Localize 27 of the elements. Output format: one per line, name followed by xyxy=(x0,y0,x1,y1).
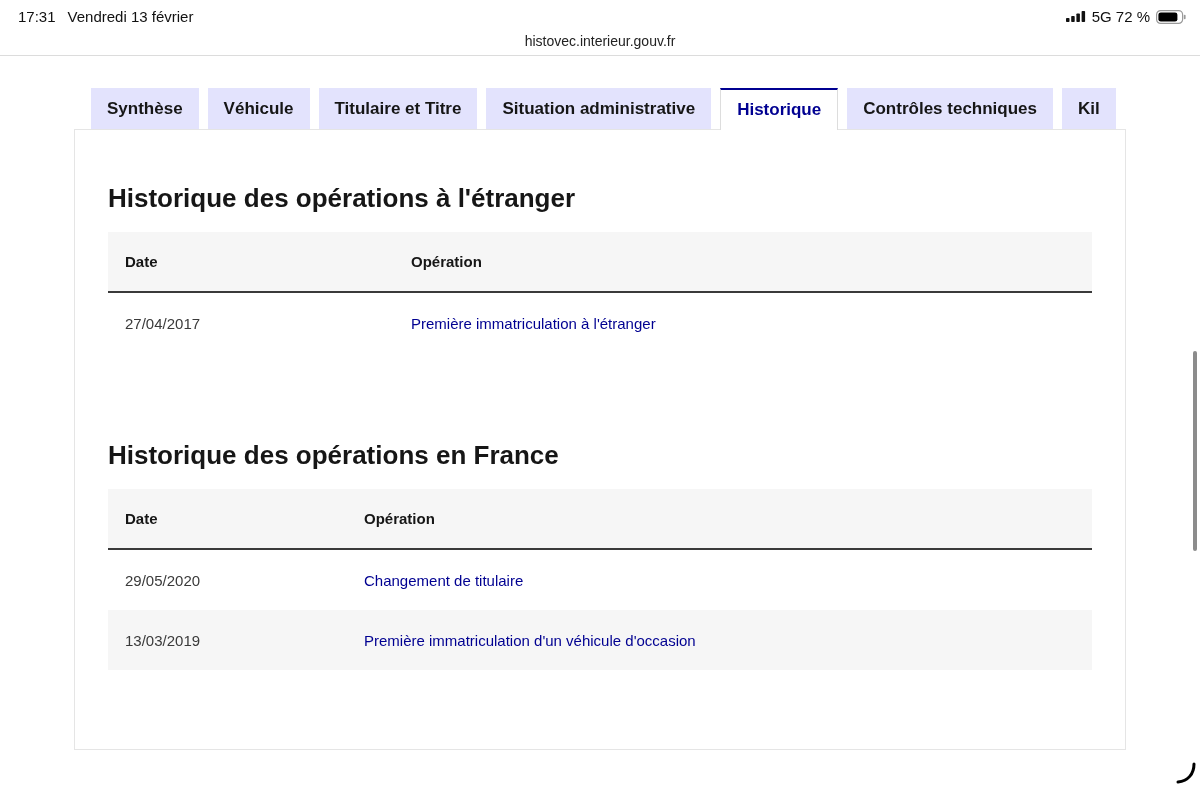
tab[interactable]: Situation administrative xyxy=(486,88,712,129)
battery-percent: 72 % xyxy=(1115,8,1150,25)
column-header: Date xyxy=(108,232,394,292)
tab[interactable]: Historique xyxy=(720,88,839,130)
operation-link[interactable]: Première immatriculation d'un véhicule d'occasion xyxy=(364,631,696,649)
signal-bars-icon xyxy=(1065,11,1086,22)
section-heading: Historique des opérations en France xyxy=(108,439,560,471)
operation-link[interactable]: Première immatriculation à l'étranger xyxy=(411,314,656,332)
status-date: Vendredi 13 février xyxy=(67,8,194,25)
tab[interactable]: Véhicule xyxy=(207,88,310,129)
column-header: Opération xyxy=(347,489,1092,549)
date-cell: 13/03/2019 xyxy=(108,610,347,670)
operation-link[interactable]: Changement de titulaire xyxy=(364,571,524,589)
corner-arc-icon xyxy=(1176,762,1196,784)
tab[interactable]: Synthèse xyxy=(91,88,199,129)
column-header: Date xyxy=(108,489,347,549)
battery-icon xyxy=(1156,9,1186,24)
section-heading: Historique des opérations à l'étranger xyxy=(108,182,577,214)
network-type: 5G xyxy=(1091,8,1112,25)
tab[interactable]: Kil xyxy=(1062,88,1116,129)
date-cell: 27/04/2017 xyxy=(108,292,394,353)
url-text[interactable]: histovec.interieur.gouv.fr xyxy=(524,33,676,49)
column-header: Opération xyxy=(394,232,1092,292)
date-cell: 29/05/2020 xyxy=(108,549,347,610)
tab[interactable]: Contrôles techniques xyxy=(847,88,1053,129)
status-time: 17:31 xyxy=(18,8,56,25)
tab[interactable]: Titulaire et Titre xyxy=(318,88,478,129)
